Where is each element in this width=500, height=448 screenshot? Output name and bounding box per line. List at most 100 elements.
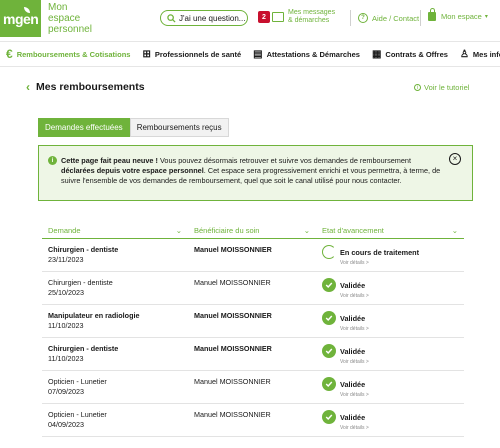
status-text: Validée	[340, 314, 366, 323]
medical-case-icon: ⊞	[142, 48, 151, 60]
beneficiaire-cell: Manuel MOISSONNIER	[188, 377, 316, 386]
details-link[interactable]: Voir détails >	[340, 292, 369, 300]
nav-label: Contrats & Offres	[385, 49, 448, 59]
demande-type: Chirurgien - dentiste	[48, 278, 113, 287]
table-row[interactable]: Chirurgien - dentiste 11/10/2023 Manuel …	[42, 338, 464, 371]
page-header: ‹ Mes remboursements	[26, 80, 145, 94]
messages-link[interactable]: Mes messages & démarches	[288, 9, 335, 25]
nav-label: Remboursements & Cotisations	[16, 49, 131, 59]
table-row[interactable]: Opticien - Lunetier 04/09/2023 Manuel MO…	[42, 404, 464, 437]
messages-line-1: Mes messages	[288, 9, 336, 16]
search-button[interactable]: J'ai une question...	[160, 10, 248, 26]
etat-cell: Validée Voir détails >	[316, 377, 464, 399]
demande-date: 25/10/2023	[48, 288, 84, 297]
etat-cell: En cours de traitement Voir détails >	[316, 245, 464, 267]
check-circle-icon	[322, 278, 336, 292]
column-label: Demande	[48, 225, 81, 235]
nav-contrats[interactable]: ▦ Contrats & Offres	[366, 42, 454, 66]
nav-professionnels[interactable]: ⊞ Professionnels de santé	[136, 42, 247, 66]
envelope-icon[interactable]	[272, 12, 284, 22]
demande-type: Manipulateur en radiologie	[48, 311, 140, 320]
sort-icon: ⌄	[175, 225, 182, 235]
sort-icon: ⌄	[303, 225, 310, 235]
nav-attestations[interactable]: ▤ Attestations & Démarches	[247, 42, 366, 66]
demande-type: Chirurgien - dentiste	[48, 245, 119, 254]
info-text: Vous pouvez désormais retrouver et suivr…	[157, 156, 412, 165]
table-row[interactable]: Chirurgien - dentiste 25/10/2023 Manuel …	[42, 272, 464, 305]
back-chevron-icon[interactable]: ‹	[26, 80, 30, 94]
messages-line-2: & démarches	[288, 17, 330, 24]
in-progress-icon	[322, 245, 336, 259]
demande-cell: Manipulateur en radiologie 11/10/2023	[42, 311, 188, 331]
info-headline: Cette page fait peau neuve !	[61, 156, 158, 165]
close-icon[interactable]: ×	[449, 153, 461, 165]
details-link[interactable]: Voir détails >	[340, 325, 369, 333]
logo-text: mgen	[3, 11, 39, 27]
etat-cell: Validée Voir détails >	[316, 410, 464, 432]
beneficiaire-cell: Manuel MOISSONNIER	[188, 245, 316, 254]
demande-date: 04/09/2023	[48, 420, 84, 429]
sort-icon: ⌄	[451, 225, 458, 235]
mgen-logo[interactable]: mgen	[0, 0, 41, 37]
info-icon: i	[48, 156, 57, 165]
demande-cell: Opticien - Lunetier 04/09/2023	[42, 410, 188, 430]
demande-type: Opticien - Lunetier	[48, 410, 107, 419]
demande-date: 23/11/2023	[48, 255, 84, 264]
nav-label: Professionnels de santé	[154, 49, 242, 59]
nav-remboursements[interactable]: € Remboursements & Cotisations	[0, 42, 136, 66]
demande-date: 11/10/2023	[48, 321, 84, 330]
table-row[interactable]: Opticien - Lunetier 07/09/2023 Manuel MO…	[42, 371, 464, 404]
etat-cell: Validée Voir détails >	[316, 311, 464, 333]
brand-line-3: personnel	[48, 24, 92, 35]
column-header-beneficiaire[interactable]: Bénéficiaire du soin ⌄	[188, 226, 316, 235]
details-link[interactable]: Voir détails >	[340, 358, 369, 366]
beneficiaire-cell: Manuel MOISSONNIER	[188, 410, 316, 419]
requests-table: Demande ⌄ Bénéficiaire du soin ⌄ Etat d'av…	[42, 222, 464, 437]
brand-title: Mon espace personnel	[48, 2, 92, 35]
details-link[interactable]: Voir détails >	[340, 424, 369, 432]
demande-date: 07/09/2023	[48, 387, 84, 396]
check-circle-icon	[322, 377, 336, 391]
nav-mes-infos[interactable]: ♙ Mes infos	[454, 42, 500, 66]
check-circle-icon	[322, 311, 336, 325]
table-header: Demande ⌄ Bénéficiaire du soin ⌄ Etat d'av…	[42, 222, 464, 239]
account-menu[interactable]: Mon espace ▾	[428, 8, 488, 21]
demande-cell: Chirurgien - dentiste 11/10/2023	[42, 344, 188, 364]
info-banner: i × Cette page fait peau neuve ! Vous po…	[38, 145, 473, 201]
main-nav: € Remboursements & Cotisations ⊞ Profess…	[0, 41, 500, 67]
messages-count-badge[interactable]: 2	[258, 11, 270, 23]
details-link[interactable]: Voir détails >	[340, 391, 369, 399]
chevron-down-icon: ▾	[484, 14, 488, 20]
brand-line-1: Mon	[48, 2, 68, 13]
nav-label: Mes infos	[472, 49, 500, 59]
status-text: Validée	[340, 281, 366, 290]
demande-type: Opticien - Lunetier	[48, 377, 107, 386]
column-header-demande[interactable]: Demande ⌄	[42, 226, 188, 235]
beneficiaire-cell: Manuel MOISSONNIER	[188, 278, 316, 287]
demande-cell: Opticien - Lunetier 07/09/2023	[42, 377, 188, 397]
table-row[interactable]: Manipulateur en radiologie 11/10/2023 Ma…	[42, 305, 464, 338]
tab-demandes-effectuees[interactable]: Demandes effectuées	[38, 118, 130, 137]
header-divider	[350, 10, 351, 26]
help-contact-link[interactable]: ? Aide / Contact	[358, 13, 419, 23]
demande-type: Chirurgien - dentiste	[48, 344, 119, 353]
table-row[interactable]: Chirurgien - dentiste 23/11/2023 Manuel …	[42, 239, 464, 272]
info-emphasis: déclarées depuis votre espace personnel	[61, 166, 204, 175]
account-label: Mon espace	[441, 12, 482, 21]
check-circle-icon	[322, 410, 336, 424]
header: mgen Mon espace personnel J'ai une quest…	[0, 0, 500, 37]
tutorial-link[interactable]: i Voir le tutoriel	[414, 83, 469, 92]
tab-remboursements-recus[interactable]: Remboursements reçus	[129, 118, 229, 137]
beneficiaire-cell: Manuel MOISSONNIER	[188, 344, 316, 353]
search-icon	[167, 13, 176, 23]
beneficiaire-name: Manuel MOISSONNIER	[194, 245, 272, 254]
demande-cell: Chirurgien - dentiste 23/11/2023	[42, 245, 188, 265]
tabs: Demandes effectuées Remboursements reçus	[38, 118, 229, 137]
demande-cell: Chirurgien - dentiste 25/10/2023	[42, 278, 188, 298]
details-link[interactable]: Voir détails >	[340, 259, 419, 267]
info-icon: i	[414, 84, 421, 91]
beneficiaire-name: Manuel MOISSONNIER	[194, 377, 271, 386]
contract-icon: ▦	[371, 48, 382, 60]
brand-line-2: espace	[48, 13, 81, 24]
column-header-etat[interactable]: Etat d'avancement ⌄	[316, 226, 464, 235]
